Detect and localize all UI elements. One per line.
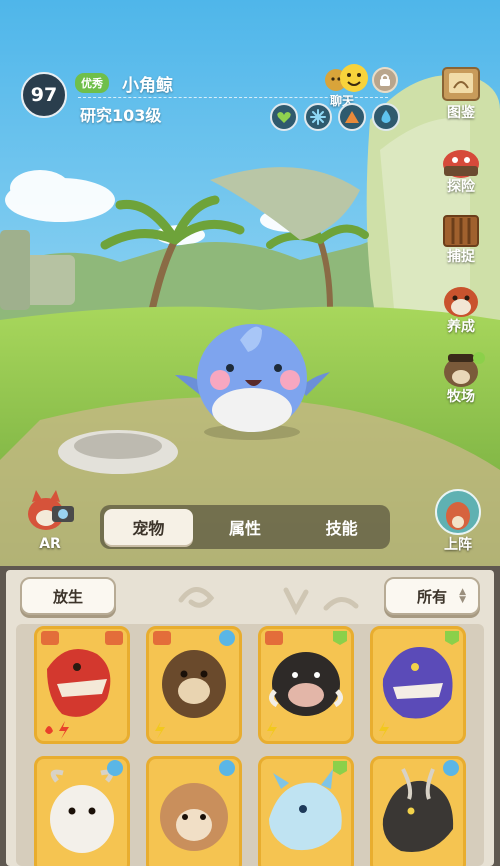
lamb-pet-icon (160, 760, 235, 851)
snowflake-attr-icon (304, 103, 332, 131)
explore-pet-icon (443, 150, 479, 178)
deploy-pet-icon (435, 489, 481, 535)
research-level: 研究103级 (80, 106, 162, 125)
ice-dragon-pet-icon (269, 761, 347, 851)
purple-dragon-pet-icon (379, 631, 459, 739)
pet-card[interactable] (34, 756, 130, 866)
ar-button[interactable]: AR (18, 488, 82, 552)
release-button[interactable]: 放生 (20, 577, 116, 615)
tab-stats[interactable]: 属性 (201, 509, 290, 545)
filter-label: 所有 (416, 587, 447, 606)
boar-pet-icon (265, 631, 347, 739)
ar-label: AR (39, 536, 61, 552)
pet-card[interactable] (146, 756, 242, 866)
nurture-pet-icon (444, 287, 478, 317)
tab-pet[interactable]: 宠物 (104, 509, 193, 545)
pet-card[interactable] (258, 626, 354, 744)
capture-label: 捕捉 (447, 249, 475, 265)
ar-camera-icon (28, 490, 74, 530)
ranch-button[interactable]: 牧场 (434, 350, 488, 406)
mountain-attr-icon (338, 103, 366, 131)
pet-tab-bar: 宠物 属性 技能 (100, 505, 390, 549)
capture-cage-icon (443, 215, 479, 247)
player-level-badge: 97 (21, 72, 67, 118)
pet-card[interactable] (370, 756, 466, 866)
filter-select[interactable]: 所有 ▲ ▼ (384, 577, 480, 615)
player-level-value: 97 (30, 84, 58, 106)
ranch-label: 牧场 (447, 389, 475, 405)
pet-card[interactable] (370, 626, 466, 744)
deploy-label: 上阵 (444, 537, 472, 553)
brown-beast-pet-icon (153, 630, 235, 739)
explore-button[interactable]: 探险 (434, 140, 488, 196)
heart-attr-icon (270, 103, 298, 131)
atlas-book-icon (442, 67, 480, 101)
water-drop-attr-icon (372, 103, 400, 131)
nurture-button[interactable]: 养成 (434, 280, 488, 336)
nurture-label: 养成 (447, 319, 475, 335)
release-label: 放生 (52, 587, 83, 606)
capture-button[interactable]: 捕捉 (434, 210, 488, 266)
lock-icon (380, 74, 390, 86)
atlas-label: 图鉴 (447, 105, 475, 121)
deploy-button[interactable]: 上阵 (430, 488, 486, 554)
white-goat-pet-icon (50, 760, 123, 853)
tab-skills[interactable]: 技能 (297, 509, 386, 545)
atlas-button[interactable]: 图鉴 (434, 66, 488, 122)
grade-tag: 优秀 (75, 73, 109, 93)
pet-card[interactable] (258, 756, 354, 866)
lock-button[interactable] (372, 67, 398, 93)
pet-name: 小角鲸 (122, 76, 173, 96)
pet-card[interactable] (34, 626, 130, 744)
ranch-pet-icon (444, 352, 485, 387)
updown-arrow-icon: ▲ ▼ (459, 587, 466, 605)
dark-beast-pet-icon (382, 760, 459, 853)
pet-card-grid (16, 624, 484, 866)
red-dragon-pet-icon (41, 631, 123, 739)
explore-label: 探险 (447, 179, 475, 195)
pet-card[interactable] (146, 626, 242, 744)
